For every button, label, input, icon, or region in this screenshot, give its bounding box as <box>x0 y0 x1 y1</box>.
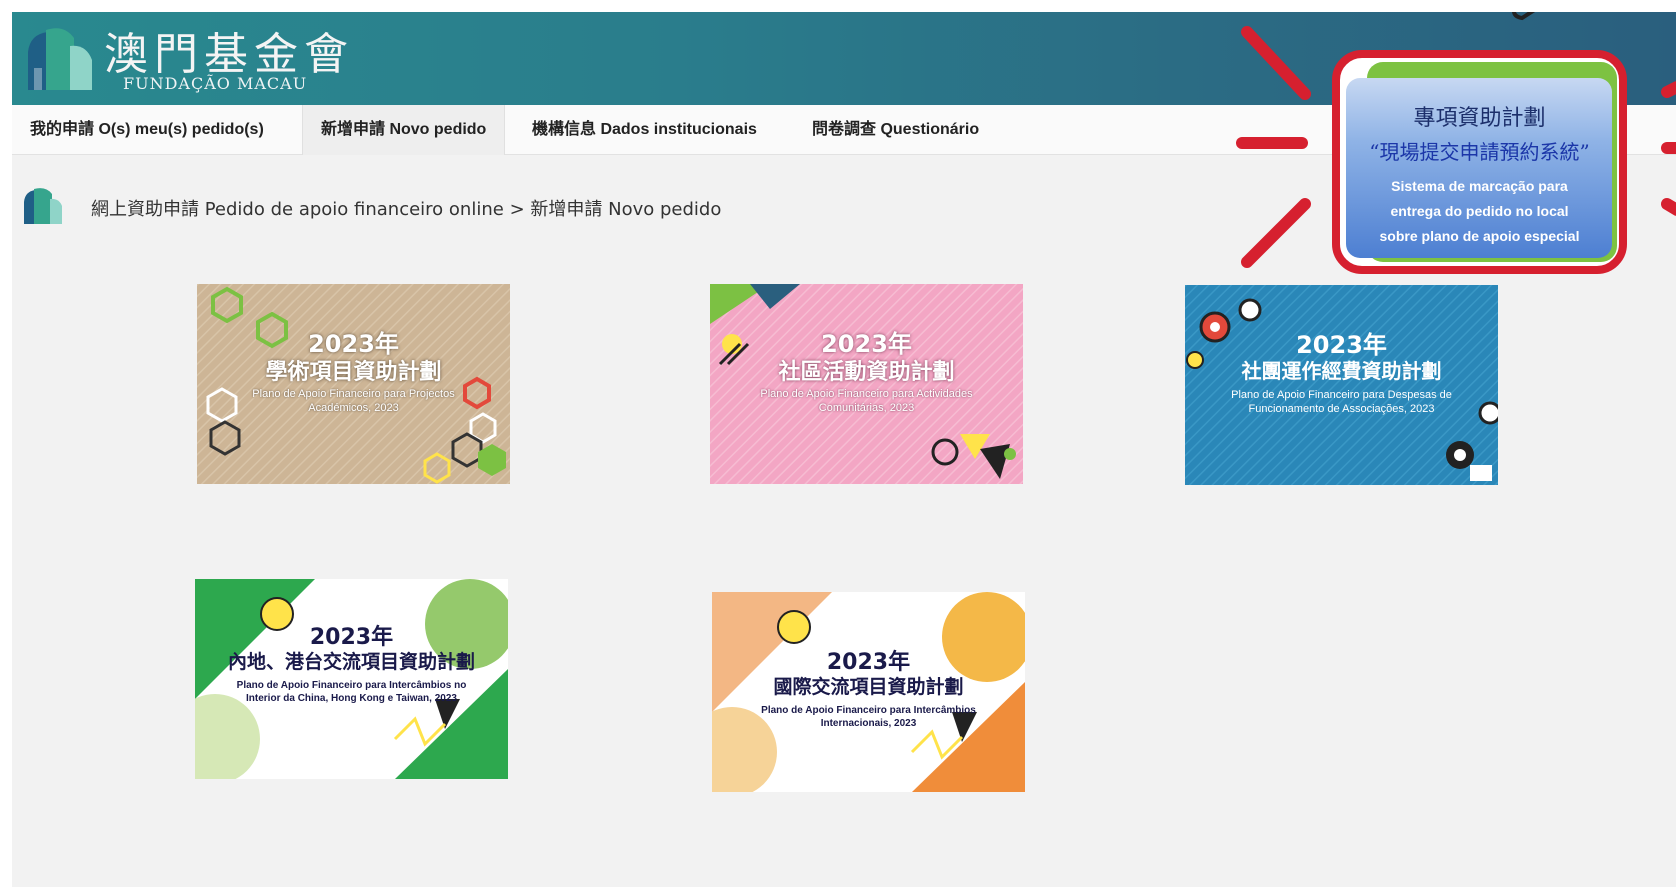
card-title: 內地、港台交流項目資助計劃 <box>227 651 475 673</box>
card-association-operations[interactable]: 2023年 社團運作經費資助計劃 Plano de Apoio Financei… <box>1185 285 1498 485</box>
card-title: 學術項目資助計劃 <box>265 360 442 385</box>
promo-system-name: “現場提交申請預約系統” <box>1369 140 1590 164</box>
card-subtitle: Plano de Apoio Financeiro para Intercâmb… <box>761 705 976 729</box>
card-subtitle: Plano de Apoio Financeiro para Despesas … <box>1231 389 1452 415</box>
tab-questionnaire[interactable]: 問卷調查 Questionário <box>812 105 979 155</box>
brand-name-chinese: 澳門基金會 <box>104 29 354 80</box>
promo-subtitle-line-1: Sistema de marcação para <box>1391 178 1568 194</box>
breadcrumb: 網上資助申請 Pedido de apoio financeiro online… <box>91 195 721 221</box>
breadcrumb-separator: > <box>509 199 525 220</box>
card-subtitle: Plano de Apoio Financeiro para Projectos… <box>252 388 455 414</box>
card-academic-projects[interactable]: 2023年 學術項目資助計劃 Plano de Apoio Financeiro… <box>197 284 510 484</box>
breadcrumb-current: 新增申請 Novo pedido <box>530 199 722 220</box>
brand-name-portuguese: FUNDAÇÃO MACAU <box>123 74 308 93</box>
tab-my-applications[interactable]: 我的申請 O(s) meu(s) pedido(s) <box>30 105 264 155</box>
card-title: 社區活動資助計劃 <box>778 360 955 385</box>
card-title: 國際交流項目資助計劃 <box>773 676 964 698</box>
fundacao-macau-logo-icon[interactable] <box>24 24 96 96</box>
promo-subtitle-line-3: sobre plano de apoio especial <box>1379 228 1580 244</box>
promo-subtitle-line-2: entrega do pedido no local <box>1390 203 1569 219</box>
card-mainland-hk-tw-exchange[interactable]: 2023年 內地、港台交流項目資助計劃 Plano de Apoio Finan… <box>195 579 508 779</box>
card-subtitle: Plano de Apoio Financeiro para Intercâmb… <box>236 680 467 704</box>
breadcrumb-logo-icon <box>24 188 62 224</box>
special-plan-booking-banner[interactable]: 專項資助計劃 “現場提交申請預約系統” Sistema de marcação … <box>1332 50 1627 274</box>
card-title: 社團運作經費資助計劃 <box>1241 359 1442 383</box>
breadcrumb-root-link[interactable]: 網上資助申請 Pedido de apoio financeiro online <box>91 199 504 220</box>
page: 澳門基金會 FUNDAÇÃO MACAU 我的申請 O(s) meu(s) pe… <box>12 12 1676 887</box>
promo-subtitle: Sistema de marcação para entrega do pedi… <box>1340 174 1619 249</box>
gears-pattern-icon <box>1185 285 1498 485</box>
tab-institutional-data[interactable]: 機構信息 Dados institucionais <box>532 105 757 155</box>
tab-new-application[interactable]: 新增申請 Novo pedido <box>302 105 506 155</box>
promo-title: 專項資助計劃 <box>1413 106 1546 131</box>
card-subtitle: Plano de Apoio Financeiro para Actividad… <box>760 388 973 414</box>
card-international-exchange[interactable]: 2023年 國際交流項目資助計劃 Plano de Apoio Financei… <box>712 592 1025 792</box>
card-community-activities[interactable]: 2023年 社區活動資助計劃 Plano de Apoio Financeiro… <box>710 284 1023 484</box>
